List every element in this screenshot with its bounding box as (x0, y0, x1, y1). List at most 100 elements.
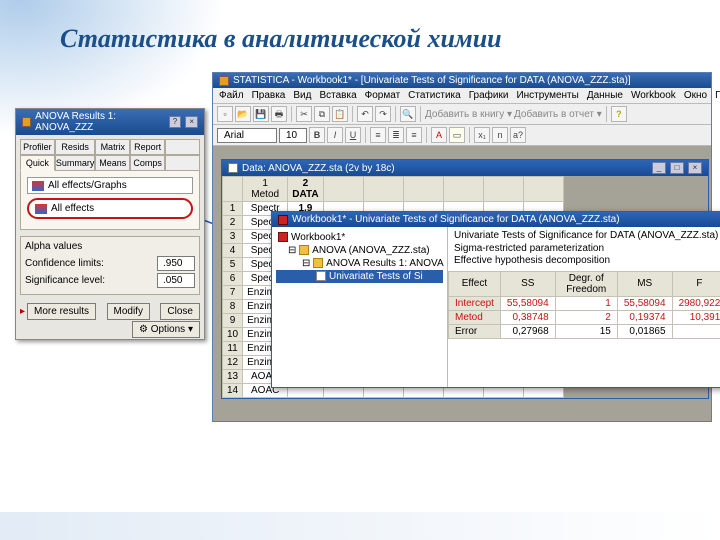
statistica-icon (219, 76, 229, 86)
tree-anova[interactable]: ⊟ ANOVA (ANOVA_ZZZ.sta) (276, 244, 443, 257)
cases-icon[interactable]: n (492, 127, 508, 143)
menu-file[interactable]: Файл (219, 90, 244, 101)
options-button[interactable]: ⚙ Options ▾ (132, 321, 200, 338)
significance-level-input[interactable]: .050 (157, 273, 195, 288)
undo-icon[interactable]: ↶ (357, 106, 373, 122)
minimize-icon[interactable]: _ (652, 162, 666, 174)
tab-means[interactable]: Means (95, 155, 130, 171)
anova-results-table[interactable]: Effect SS Degr. of Freedom MS F p Interc… (448, 271, 720, 339)
footer-decoration (0, 512, 720, 540)
add-to-workbook-button[interactable]: Добавить в книгу ▾ (425, 109, 512, 120)
bold-button[interactable]: B (309, 127, 325, 143)
summary-icon (35, 204, 47, 214)
workbook-title-text: Workbook1* - Univariate Tests of Signifi… (292, 214, 620, 225)
tab-profiler[interactable]: Profiler (20, 139, 55, 155)
workbook-titlebar[interactable]: Workbook1* - Univariate Tests of Signifi… (272, 212, 720, 227)
close-icon[interactable]: × (185, 116, 198, 128)
close-button[interactable]: Close (160, 303, 200, 320)
font-color-icon[interactable]: A (431, 127, 447, 143)
menu-tools[interactable]: Инструменты (516, 90, 578, 101)
help-icon[interactable]: ? (611, 106, 627, 122)
menu-graphs[interactable]: Графики (469, 90, 509, 101)
underline-button[interactable]: U (345, 127, 361, 143)
tab-blank1[interactable] (165, 139, 200, 155)
dialog-title: ANOVA Results 1: ANOVA_ZZZ (35, 111, 161, 133)
format-toolbar: Arial 10 B I U ≡ ≣ ≡ A ▭ x₁ n a? (213, 125, 711, 146)
dialog-titlebar[interactable]: ANOVA Results 1: ANOVA_ZZZ ? × (16, 109, 204, 135)
cut-icon[interactable]: ✂ (296, 106, 312, 122)
menubar: Файл Правка Вид Вставка Формат Статистик… (213, 88, 711, 104)
redo-icon[interactable]: ↷ (375, 106, 391, 122)
maximize-icon[interactable]: □ (670, 162, 684, 174)
menu-edit[interactable]: Правка (252, 90, 286, 101)
close-icon[interactable]: × (688, 162, 702, 174)
menu-format[interactable]: Формат (365, 90, 401, 101)
tree-root[interactable]: Workbook1* (276, 231, 443, 244)
workbook-tree[interactable]: Workbook1* ⊟ ANOVA (ANOVA_ZZZ.sta) ⊟ ANO… (272, 227, 448, 387)
alpha-values-group: Alpha values Confidence limits: .950 Sig… (20, 236, 200, 295)
menu-insert[interactable]: Вставка (319, 90, 356, 101)
new-icon[interactable]: ▫ (217, 106, 233, 122)
confidence-limits-label: Confidence limits: (25, 258, 104, 269)
all-effects-graphs-button[interactable]: All effects/Graphs (27, 177, 193, 194)
align-center-icon[interactable]: ≣ (388, 127, 404, 143)
table-row[interactable]: Error0,27968150,01865 (449, 324, 720, 338)
standard-toolbar: ▫ 📂 💾 🖶 ✂ ⧉ 📋 ↶ ↷ 🔍 Добавить в книгу ▾ Д… (213, 104, 711, 125)
page-title: Статистика в аналитической химии (60, 24, 502, 54)
tab-quick[interactable]: Quick (20, 155, 55, 171)
tab-matrix[interactable]: Matrix (95, 139, 130, 155)
all-effects-button[interactable]: All effects (27, 198, 193, 219)
statistica-main-window: STATISTICA - Workbook1* - [Univariate Te… (212, 72, 712, 422)
result-header-2: Sigma-restricted parameterization (454, 243, 720, 256)
add-to-report-button[interactable]: Добавить в отчет ▾ (514, 109, 602, 120)
expand-icon: ▸ (20, 306, 25, 317)
main-titlebar[interactable]: STATISTICA - Workbook1* - [Univariate Te… (213, 73, 711, 88)
gear-icon: ⚙ (139, 324, 148, 335)
table-row[interactable]: Intercept55,58094155,580942980,9220,0000… (449, 296, 720, 310)
save-icon[interactable]: 💾 (253, 106, 269, 122)
menu-workbook[interactable]: Workbook (631, 90, 676, 101)
confidence-limits-input[interactable]: .950 (157, 256, 195, 271)
align-right-icon[interactable]: ≡ (406, 127, 422, 143)
tab-summary[interactable]: Summary (55, 155, 96, 171)
menu-data[interactable]: Данные (587, 90, 623, 101)
table-row[interactable]: Metod0,3874820,1937410,3910,001473 (449, 310, 720, 324)
tab-report[interactable]: Report (130, 139, 165, 155)
workbook-icon (278, 215, 288, 225)
dialog-tabs: Profiler Resids Matrix Report Quick Summ… (20, 139, 200, 171)
result-header-3: Effective hypothesis decomposition (454, 255, 720, 268)
menu-window[interactable]: Окно (684, 90, 707, 101)
modify-button[interactable]: Modify (107, 303, 150, 320)
help-button[interactable]: ? (169, 116, 182, 128)
result-header-1: Univariate Tests of Significance for DAT… (454, 230, 720, 243)
find-icon[interactable]: 🔍 (400, 106, 416, 122)
tab-resids[interactable]: Resids (55, 139, 96, 155)
copy-icon[interactable]: ⧉ (314, 106, 330, 122)
statistica-icon (22, 117, 31, 127)
open-icon[interactable]: 📂 (235, 106, 251, 122)
spreadsheet-icon (228, 163, 238, 173)
help-format-icon[interactable]: a? (510, 127, 526, 143)
fill-color-icon[interactable]: ▭ (449, 127, 465, 143)
font-size-select[interactable]: 10 (279, 128, 307, 143)
menu-help[interactable]: Помощь (715, 90, 720, 101)
paste-icon[interactable]: 📋 (332, 106, 348, 122)
data-titlebar[interactable]: Data: ANOVA_ZZZ.sta (2v by 18c) _ □ × (222, 160, 708, 176)
tab-comps[interactable]: Comps (130, 155, 165, 171)
main-title-text: STATISTICA - Workbook1* - [Univariate Te… (233, 75, 631, 86)
summary-icon (32, 181, 44, 191)
font-name-select[interactable]: Arial (217, 128, 277, 143)
anova-results-dialog: ANOVA Results 1: ANOVA_ZZZ ? × Profiler … (15, 108, 205, 340)
italic-button[interactable]: I (327, 127, 343, 143)
print-icon[interactable]: 🖶 (271, 106, 287, 122)
anova-results-pane: Univariate Tests of Significance for DAT… (448, 227, 720, 387)
vars-icon[interactable]: x₁ (474, 127, 490, 143)
tree-anova-results[interactable]: ⊟ ANOVA Results 1: ANOVA (276, 257, 443, 270)
data-title-text: Data: ANOVA_ZZZ.sta (2v by 18c) (242, 163, 395, 174)
menu-stats[interactable]: Статистика (408, 90, 461, 101)
align-left-icon[interactable]: ≡ (370, 127, 386, 143)
more-results-button[interactable]: More results (27, 303, 96, 320)
menu-view[interactable]: Вид (293, 90, 311, 101)
tree-univariate-tests[interactable]: Univariate Tests of Si (276, 270, 443, 283)
tab-blank2[interactable] (165, 155, 200, 171)
